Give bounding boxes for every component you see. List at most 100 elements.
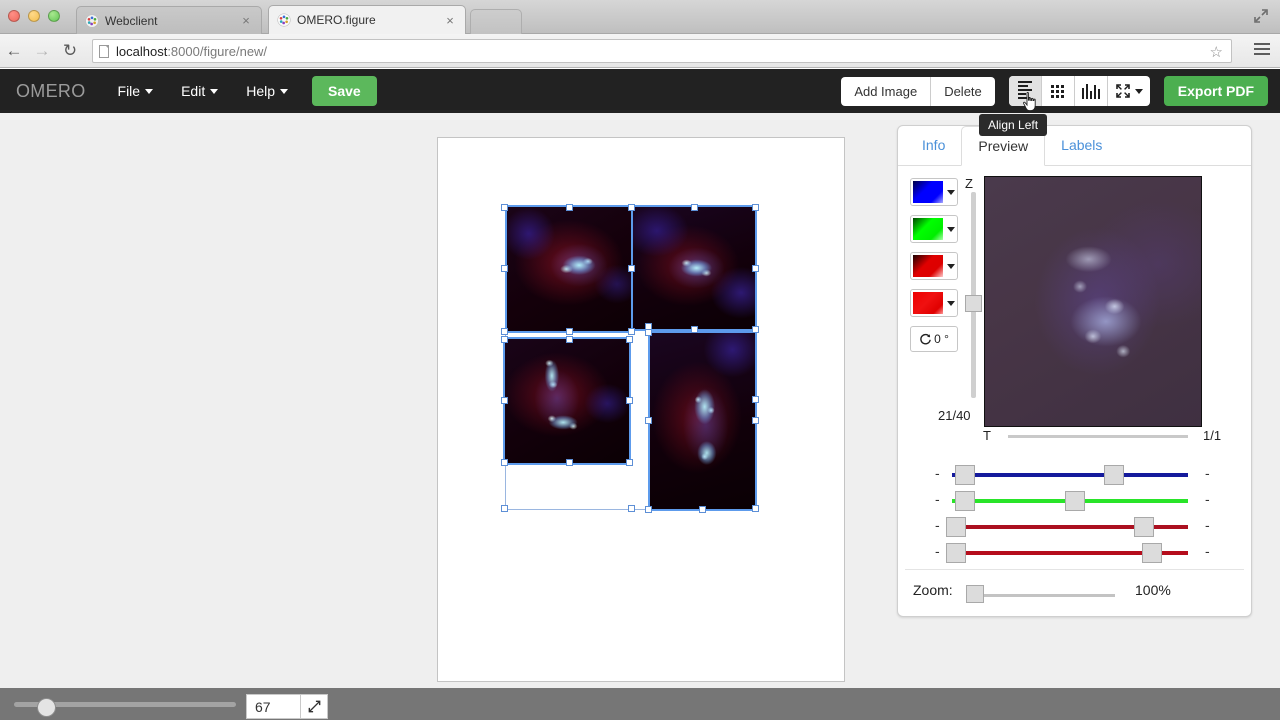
canvas-zoom-input[interactable]: 67 [246,694,301,719]
resize-handle[interactable] [566,336,573,343]
resize-handle[interactable] [752,417,759,424]
range-start-thumb[interactable] [955,465,975,485]
resize-handle[interactable] [645,417,652,424]
channel-red-swatch [913,292,943,314]
address-bar[interactable]: localhost :8000/figure/new/ ☆ [92,39,1232,63]
resize-handle[interactable] [691,326,698,333]
resize-handle[interactable] [626,397,633,404]
channel-range-blue: - - [897,462,1252,488]
resize-handle[interactable] [501,336,508,343]
bookmark-star-icon[interactable]: ☆ [1210,43,1223,61]
figure-panel-2[interactable] [632,206,756,330]
fit-to-window-button[interactable] [301,694,328,719]
menu-help-label: Help [246,83,275,99]
close-tab-icon[interactable]: × [239,14,253,27]
range-min-label: - [935,517,940,533]
reload-icon[interactable]: ↻ [56,41,84,61]
save-button[interactable]: Save [312,76,377,106]
forward-icon[interactable]: → [28,41,56,61]
resize-handle[interactable] [752,505,759,512]
browser-tab-webclient[interactable]: Webclient × [76,6,262,34]
channel-green-button[interactable] [910,215,958,243]
resize-handle[interactable] [501,459,508,466]
close-tab-icon[interactable]: × [443,14,457,27]
resize-handle[interactable] [752,204,759,211]
range-start-thumb[interactable] [946,543,966,563]
resize-handle[interactable] [752,265,759,272]
range-end-thumb[interactable] [1134,517,1154,537]
zoom-slider-track[interactable] [975,594,1115,597]
tab-labels[interactable]: Labels [1045,126,1118,166]
resize-handle[interactable] [691,204,698,211]
range-end-thumb[interactable] [1065,491,1085,511]
rotate-icon [920,333,931,345]
z-slider-track[interactable] [965,192,982,398]
range-track[interactable] [952,473,1188,477]
browser-menu-icon[interactable] [1254,43,1270,58]
tab-info[interactable]: Info [906,126,961,166]
t-slider-track[interactable] [1008,435,1188,438]
figure-panel-4[interactable] [649,332,756,510]
figure-panel-3[interactable] [504,338,630,464]
delete-button[interactable]: Delete [931,77,995,106]
browser-tab-title: Webclient [105,13,158,28]
channel-red-button[interactable] [910,289,958,317]
omero-logo-icon [277,13,291,27]
resize-handle[interactable] [628,505,635,512]
resize-handle[interactable] [752,396,759,403]
range-end-thumb[interactable] [1104,465,1124,485]
export-pdf-button[interactable]: Export PDF [1163,76,1268,106]
channel-blue-button[interactable] [910,178,958,206]
range-max-label: - [1205,491,1210,507]
figure-panel-1[interactable] [506,206,632,332]
resize-handle[interactable] [645,506,652,513]
range-start-thumb[interactable] [955,491,975,511]
minimize-window-button[interactable] [28,10,40,22]
browser-toolbar: ← → ↻ localhost :8000/figure/new/ ☆ [0,34,1280,68]
resize-handle[interactable] [501,505,508,512]
resize-handle[interactable] [501,204,508,211]
resize-handle[interactable] [628,328,635,335]
resize-handle[interactable] [699,506,706,513]
resize-handle[interactable] [628,204,635,211]
mouse-cursor-pointer [1023,92,1036,112]
fluorescence-image-2 [632,206,756,330]
new-tab-button[interactable] [470,9,522,34]
canvas-zoom-slider-thumb[interactable] [37,698,56,717]
maximize-icon[interactable] [1252,7,1270,25]
resize-handle[interactable] [566,204,573,211]
resize-handle[interactable] [566,459,573,466]
maximize-window-button[interactable] [48,10,60,22]
omero-logo-icon [85,13,99,28]
image-preview[interactable] [984,176,1202,427]
resize-handle[interactable] [501,397,508,404]
zoom-slider-thumb[interactable] [966,585,984,603]
resize-handle[interactable] [626,459,633,466]
resize-handle[interactable] [628,265,635,272]
browser-tab-omero-figure[interactable]: OMERO.figure × [268,5,466,34]
channel-range-green: - - [897,488,1252,514]
range-end-thumb[interactable] [1142,543,1162,563]
back-icon[interactable]: ← [0,41,28,61]
add-image-button[interactable]: Add Image [841,76,932,106]
resize-handle[interactable] [645,329,652,336]
resize-menu-button[interactable] [1108,76,1150,106]
resize-handle[interactable] [501,328,508,335]
resize-handle[interactable] [501,265,508,272]
vertical-bars-button[interactable] [1075,76,1108,106]
close-window-button[interactable] [8,10,20,22]
grid-layout-button[interactable] [1042,76,1075,106]
chevron-down-icon [947,226,955,232]
range-start-thumb[interactable] [946,517,966,537]
chevron-down-icon [145,88,154,94]
menu-file[interactable]: File [104,69,168,113]
panel-tab-bar: Info Preview Labels [898,126,1251,166]
resize-handle[interactable] [626,336,633,343]
menu-edit[interactable]: Edit [167,69,232,113]
resize-handle[interactable] [566,328,573,335]
menu-help[interactable]: Help [232,69,302,113]
channel-red-dark-button[interactable] [910,252,958,280]
z-slider-thumb[interactable] [965,295,982,312]
rotation-button[interactable]: 0 ° [910,326,958,352]
resize-handle[interactable] [752,326,759,333]
